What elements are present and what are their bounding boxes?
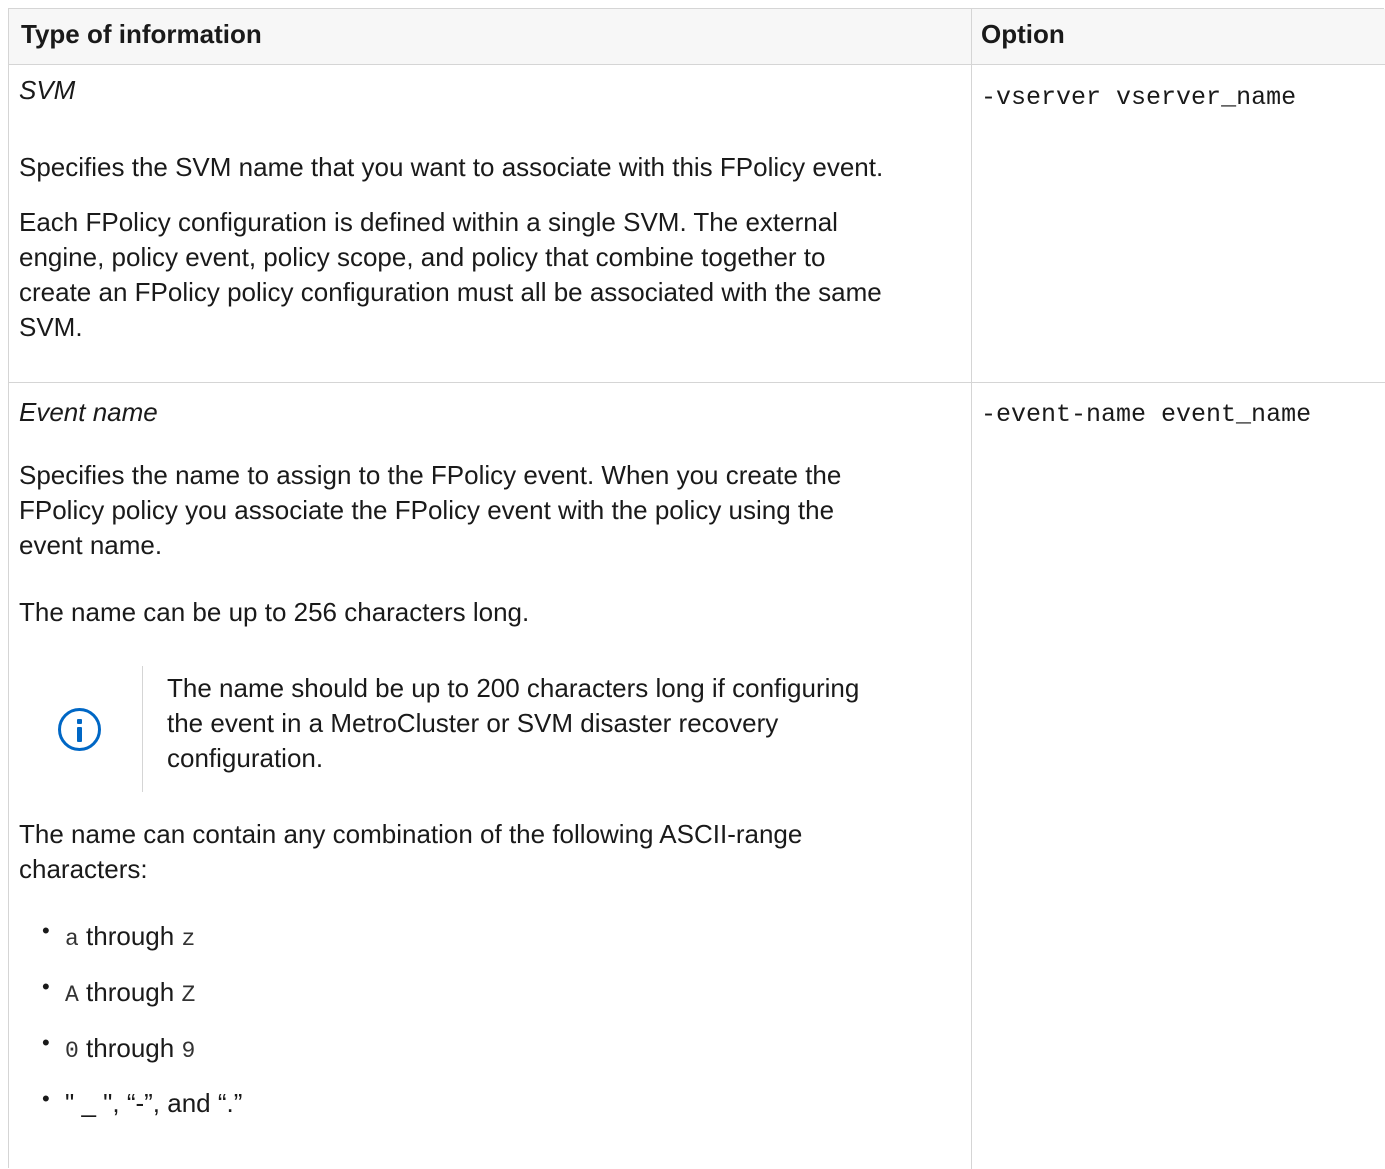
note-divider [142,666,143,792]
svm-paragraph-line-4: SVM. [19,312,83,342]
option-flag: -event-name [981,400,1147,429]
header-option: Option [981,19,1065,49]
info-icon [58,708,101,751]
parameters-table: Type of information Option SVM Specifies… [8,8,1385,1169]
row-title-event-name: Event name [19,397,158,427]
option-value: event_name [1161,400,1312,429]
list-item: " _ ", “-”, and “.” [65,1088,243,1118]
note-line-3: configuration. [167,743,324,773]
svm-paragraph-line-2: engine, policy event, policy scope, and … [19,242,826,272]
note-line-2: the event in a MetroCluster or SVM disas… [167,708,779,738]
bullet-icon: • [42,918,50,943]
row-divider [9,382,1385,383]
event-description-line-3: event name. [19,530,163,560]
note-line-1: The name should be up to 200 characters … [167,673,860,703]
chars-intro-line-1: The name can contain any combination of … [19,819,803,849]
list-item: A through Z [65,977,196,1008]
event-length-text: The name can be up to 256 characters lon… [19,597,530,627]
option-value: vserver_name [1116,83,1297,112]
svm-paragraph-line-3: create an FPolicy policy configuration m… [19,277,882,307]
row-title-svm: SVM [19,75,76,105]
list-item: a through z [65,921,196,952]
header-type-of-information: Type of information [21,19,262,49]
svm-description: Specifies the SVM name that you want to … [19,152,884,182]
option-event-name: -event-name event_name [981,400,1311,429]
column-divider [971,9,972,1169]
list-item: 0 through 9 [65,1033,196,1064]
bullet-icon: • [42,1086,50,1111]
svm-paragraph-line-1: Each FPolicy configuration is defined wi… [19,207,838,237]
chars-intro-line-2: characters: [19,854,148,884]
option-flag: -vserver [981,83,1102,112]
bullet-icon: • [42,974,50,999]
event-description-line-2: FPolicy policy you associate the FPolicy… [19,495,835,525]
bullet-icon: • [42,1030,50,1055]
option-vserver: -vserver vserver_name [981,83,1296,112]
event-description-line-1: Specifies the name to assign to the FPol… [19,460,842,490]
